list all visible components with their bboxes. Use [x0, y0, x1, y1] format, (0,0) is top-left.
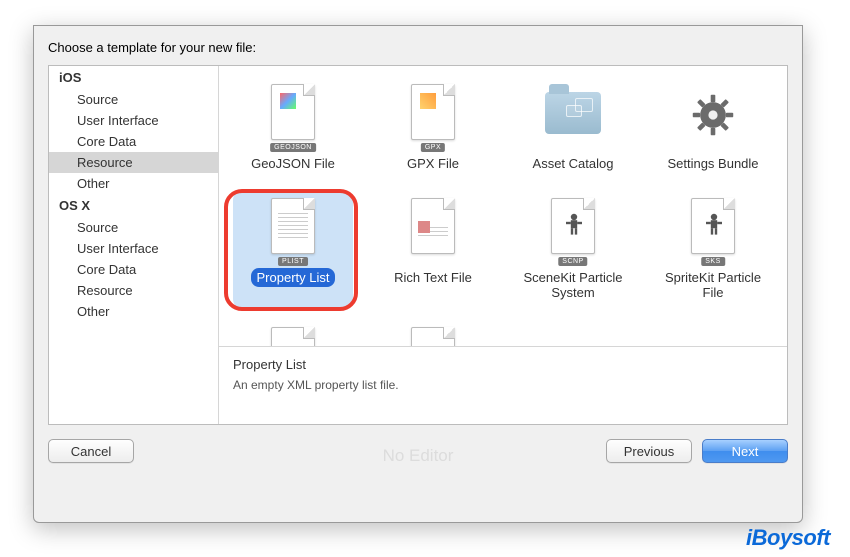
sidebar-item-resource[interactable]: Resource	[49, 152, 218, 173]
file-icon	[401, 196, 465, 264]
template-label: GPX File	[401, 154, 465, 174]
template-label: GeoJSON File	[245, 154, 341, 174]
template-grid: GEOJSON GeoJSON File GPX GPX File	[219, 66, 787, 346]
sidebar-category-ios: iOS	[49, 66, 218, 89]
sidebar-item-other[interactable]: Other	[49, 173, 218, 194]
template-label: SpriteKit Particle File	[657, 268, 769, 303]
template-label: Rich Text File	[388, 268, 478, 288]
gear-icon	[681, 82, 745, 150]
sidebar-item-user-interface[interactable]: User Interface	[49, 110, 218, 131]
file-icon	[401, 325, 465, 346]
template-spritekit-particle[interactable]: SKS SpriteKit Particle File	[653, 190, 773, 309]
sidebar-item-osx-other[interactable]: Other	[49, 301, 218, 322]
template-geojson[interactable]: GEOJSON GeoJSON File	[233, 76, 353, 180]
file-icon: GPX	[401, 82, 465, 150]
template-row: PLIST Property List Rich Text File	[233, 190, 773, 309]
template-label: Settings Bundle	[661, 154, 764, 174]
template-row: GEOJSON GeoJSON File GPX GPX File	[233, 76, 773, 180]
file-icon: SKS	[681, 196, 745, 264]
template-asset-catalog[interactable]: Asset Catalog	[513, 76, 633, 180]
sidebar-item-source[interactable]: Source	[49, 89, 218, 110]
template-partial[interactable]	[233, 319, 353, 346]
sidebar-item-core-data[interactable]: Core Data	[49, 131, 218, 152]
description-body: An empty XML property list file.	[233, 378, 773, 392]
next-button[interactable]: Next	[702, 439, 788, 463]
template-gpx[interactable]: GPX GPX File	[373, 76, 493, 180]
button-bar: Cancel Previous Next	[34, 425, 802, 477]
folder-icon	[541, 82, 605, 150]
previous-button[interactable]: Previous	[606, 439, 692, 463]
main-area: GEOJSON GeoJSON File GPX GPX File	[219, 66, 787, 424]
cancel-button[interactable]: Cancel	[48, 439, 134, 463]
template-scenekit-particle[interactable]: SCNP SceneKit Particle System	[513, 190, 633, 309]
sidebar-item-osx-user-interface[interactable]: User Interface	[49, 238, 218, 259]
template-label: Asset Catalog	[527, 154, 620, 174]
new-file-dialog: Choose a template for your new file: iOS…	[33, 25, 803, 523]
description-title: Property List	[233, 357, 773, 372]
sidebar-category-osx: OS X	[49, 194, 218, 217]
file-icon	[261, 325, 325, 346]
dialog-prompt: Choose a template for your new file:	[34, 26, 802, 65]
sidebar-item-osx-resource[interactable]: Resource	[49, 280, 218, 301]
template-label: Property List	[251, 268, 336, 288]
template-partial[interactable]	[373, 319, 493, 346]
sidebar: iOS Source User Interface Core Data Reso…	[49, 66, 219, 424]
template-property-list[interactable]: PLIST Property List	[233, 190, 353, 309]
template-description: Property List An empty XML property list…	[219, 346, 787, 424]
watermark: iBoysoft	[746, 525, 830, 551]
template-label: SceneKit Particle System	[517, 268, 629, 303]
template-rich-text[interactable]: Rich Text File	[373, 190, 493, 309]
template-settings-bundle[interactable]: Settings Bundle	[653, 76, 773, 180]
file-icon: PLIST	[261, 196, 325, 264]
dialog-content: iOS Source User Interface Core Data Reso…	[48, 65, 788, 425]
file-icon: SCNP	[541, 196, 605, 264]
sidebar-item-osx-source[interactable]: Source	[49, 217, 218, 238]
file-icon: GEOJSON	[261, 82, 325, 150]
template-row-partial	[233, 319, 773, 346]
sidebar-item-osx-core-data[interactable]: Core Data	[49, 259, 218, 280]
